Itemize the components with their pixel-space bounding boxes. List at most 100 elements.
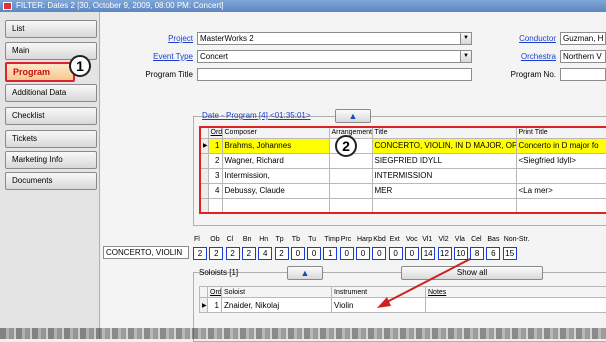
cell-composer[interactable]: Intermission, (222, 168, 329, 183)
table-header-row: Order Composer Arrangement Title Print T… (200, 127, 606, 138)
cell-print-title[interactable]: <La mer> (516, 183, 606, 198)
instrument-count-field[interactable]: 10 (454, 247, 468, 260)
instrument-count-field[interactable]: 15 (503, 247, 517, 260)
program-no-field[interactable] (560, 68, 606, 81)
soloists-collapse-button[interactable]: ▲ (287, 266, 323, 280)
conductor-field[interactable]: Guzman, H (560, 32, 606, 45)
chevron-down-icon[interactable]: ▼ (460, 51, 471, 62)
col-composer[interactable]: Composer (222, 127, 329, 138)
table-row[interactable]: 4 Debussy, Claude MER <La mer> (200, 183, 606, 198)
table-row[interactable] (200, 198, 606, 213)
cell-order[interactable]: 3 (208, 168, 222, 183)
sidebar-item-checklist[interactable]: Checklist (5, 107, 97, 125)
table-row[interactable]: 2 Wagner, Richard SIEGFRIED IDYLL <Siegf… (200, 153, 606, 168)
conductor-label[interactable]: Conductor (501, 34, 556, 43)
cell-title[interactable]: MER (372, 183, 516, 198)
cell-title[interactable]: CONCERTO, VIOLIN, IN D MAJOR, OP (372, 138, 516, 153)
sidebar-item-tickets[interactable]: Tickets (5, 130, 97, 148)
instrument-count-field[interactable]: 12 (438, 247, 452, 260)
instrument-count-field[interactable]: 0 (372, 247, 386, 260)
program-title-label: Program Title (111, 70, 193, 79)
soloists-section-title: Soloists [1] (199, 268, 238, 277)
annotation-arrow-icon (371, 252, 481, 312)
program-no-label: Program No. (491, 70, 556, 79)
cell-composer[interactable]: Brahms, Johannes (222, 138, 329, 153)
instrument-header: Timp (324, 236, 339, 243)
program-section-title: Date - Program [4] <01:35:01> (202, 111, 311, 120)
project-label[interactable]: Project (141, 34, 193, 43)
program-table: Order Composer Arrangement Title Print T… (199, 126, 606, 214)
instrument-header: Tb (292, 236, 300, 243)
cell-order[interactable]: 2 (208, 153, 222, 168)
cell-arrangement[interactable] (329, 183, 372, 198)
orchestra-field[interactable]: Northern V (560, 50, 606, 63)
cell-soloist[interactable]: Znaider, Nikolaj (222, 298, 332, 313)
instrument-count-field[interactable]: 0 (405, 247, 419, 260)
instrument-header: Bas (487, 236, 499, 243)
sidebar-item-marketing-info[interactable]: Marketing Info (5, 151, 97, 169)
instrumentation-work-field: CONCERTO, VIOLIN (103, 246, 189, 259)
instrument-count-field[interactable]: 2 (242, 247, 256, 260)
instrument-count-field[interactable]: 0 (389, 247, 403, 260)
cell-print-title[interactable] (516, 168, 606, 183)
cell-composer[interactable]: Debussy, Claude (222, 183, 329, 198)
instrument-count-field[interactable]: 2 (226, 247, 240, 260)
instrument-header: Vl2 (439, 236, 449, 243)
sidebar-item-documents[interactable]: Documents (5, 172, 97, 190)
event-type-value: Concert (200, 52, 228, 61)
col-print-title[interactable]: Print Title (516, 127, 606, 138)
table-row[interactable]: 3 Intermission, INTERMISSION (200, 168, 606, 183)
table-row[interactable]: ▶ 1 Brahms, Johannes CONCERTO, VIOLIN, I… (200, 138, 606, 153)
instrument-count-field[interactable]: 2 (193, 247, 207, 260)
sidebar-item-additional-data[interactable]: Additional Data (5, 84, 97, 102)
cell-composer[interactable]: Wagner, Richard (222, 153, 329, 168)
col-order[interactable]: Order (208, 127, 222, 138)
window-title: FILTER: Dates 2 [30, October 9, 2009, 08… (16, 1, 224, 10)
instrument-header: Hn (259, 236, 268, 243)
event-type-label[interactable]: Event Type (121, 52, 193, 61)
cell-arrangement[interactable] (329, 168, 372, 183)
header-indicator (200, 127, 208, 138)
instrument-header: Harp (357, 236, 372, 243)
instrument-header: Cel (471, 236, 482, 243)
project-value: MasterWorks 2 (200, 34, 254, 43)
col-soloist[interactable]: Soloist (222, 287, 332, 298)
collapse-up-button[interactable]: ▲ (335, 109, 371, 123)
instrument-header: Fl (194, 236, 200, 243)
instrument-count-field[interactable]: 0 (307, 247, 321, 260)
sidebar-item-program[interactable]: Program (5, 62, 75, 82)
instrument-header: Non-Str. (504, 236, 530, 243)
instrument-header: Vla (455, 236, 465, 243)
instrument-count-field[interactable]: 2 (275, 247, 289, 260)
callout-1: 1 (69, 55, 91, 77)
window-title-bar: FILTER: Dates 2 [30, October 9, 2009, 08… (0, 0, 606, 12)
chevron-down-icon[interactable]: ▼ (460, 33, 471, 44)
instrument-count-field[interactable]: 14 (421, 247, 435, 260)
cell-order[interactable]: 4 (208, 183, 222, 198)
row-pointer-icon: ▶ (200, 138, 208, 153)
sidebar-item-list[interactable]: List (5, 20, 97, 38)
cell-order[interactable]: 1 (208, 298, 222, 313)
cell-title[interactable]: SIEGFRIED IDYLL (372, 153, 516, 168)
col-title[interactable]: Title (372, 127, 516, 138)
project-field[interactable]: MasterWorks 2 ▼ (197, 32, 472, 45)
instrument-count-field[interactable]: 6 (486, 247, 500, 260)
cell-print-title[interactable]: Concerto in D major fo (516, 138, 606, 153)
program-title-field[interactable] (197, 68, 472, 81)
cell-order[interactable]: 1 (208, 138, 222, 153)
callout-2: 2 (335, 135, 357, 157)
instrument-count-field[interactable]: 0 (340, 247, 354, 260)
event-type-field[interactable]: Concert ▼ (197, 50, 472, 63)
instrument-count-field[interactable]: 1 (323, 247, 337, 260)
cell-print-title[interactable]: <Siegfried Idyll> (516, 153, 606, 168)
instrument-count-field[interactable]: 2 (209, 247, 223, 260)
orchestra-label[interactable]: Orchestra (501, 52, 556, 61)
instrument-count-field[interactable]: 0 (291, 247, 305, 260)
instrument-count-field[interactable]: 8 (470, 247, 484, 260)
instrument-count-field[interactable]: 4 (258, 247, 272, 260)
col-order[interactable]: Order (208, 287, 222, 298)
cell-title[interactable]: INTERMISSION (372, 168, 516, 183)
instrument-header: Bn (243, 236, 252, 243)
instrument-header: Tu (308, 236, 316, 243)
instrument-count-field[interactable]: 0 (356, 247, 370, 260)
